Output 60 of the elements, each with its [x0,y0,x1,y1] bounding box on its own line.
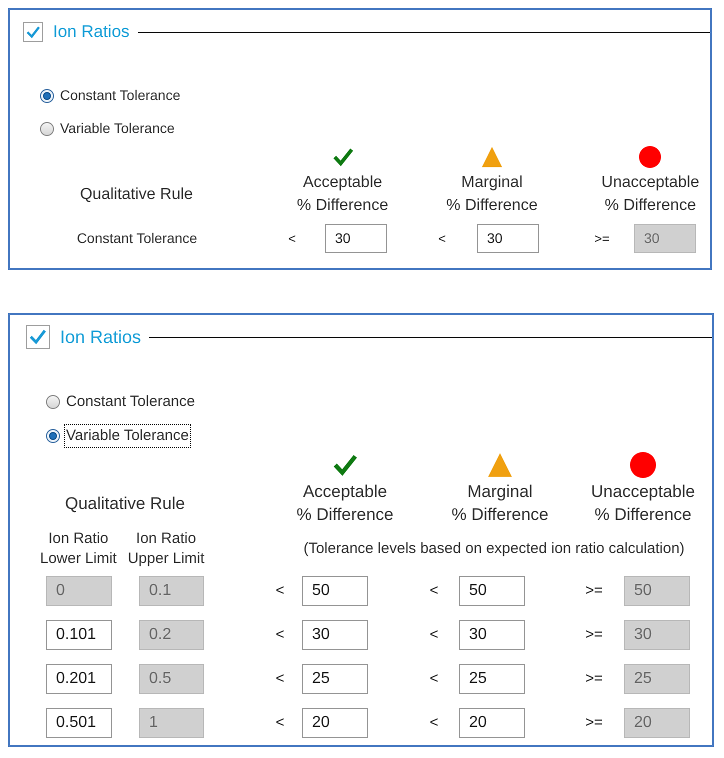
note-text: (Tolerance levels based on expected ion ratio calculation) [302,538,686,559]
input-field[interactable]: 20 [302,708,368,738]
column-heading: Ion Ratio Lower Limit [40,529,117,569]
input-field[interactable]: 30 [302,620,368,650]
column-heading: Acceptable % Difference [296,173,390,216]
warning-triangle-icon [487,452,513,478]
section-title: Ion Ratios [60,326,142,348]
radio-label[interactable]: Variable Tolerance [59,118,176,139]
operator-label: < [428,624,440,645]
input-field[interactable]: 25 [302,664,368,694]
checkbox[interactable] [26,325,50,349]
column-heading: Ion Ratio Upper Limit [128,529,204,569]
checkbox[interactable] [23,22,43,42]
row-label: Constant Tolerance [76,229,198,248]
operator-label: < [287,230,297,248]
input-field[interactable]: 50 [459,576,525,606]
operator-label: < [274,668,286,689]
operator-label: >= [584,580,604,601]
input-field[interactable]: 30 [477,224,539,253]
radio-label[interactable]: Constant Tolerance [59,85,182,106]
radio-button[interactable] [46,395,60,410]
column-heading: Acceptable % Difference [295,481,394,526]
input-field[interactable]: 0.101 [46,620,112,650]
operator-label: < [428,712,440,733]
column-heading: Marginal % Difference [450,481,550,526]
radio-button[interactable] [40,88,54,102]
error-dot-icon [630,452,656,478]
checkmark-icon [29,328,47,346]
check-icon [332,146,354,168]
input-field[interactable]: 0.201 [46,664,112,694]
operator-label: >= [593,230,611,248]
radio-button[interactable] [40,122,54,136]
column-heading: Qualitative Rule [80,184,193,204]
operator-label: < [274,624,286,645]
input-field[interactable]: 0.501 [46,708,112,738]
column-heading: Unacceptable % Difference [600,173,700,216]
operator-label: < [274,580,286,601]
column-heading: Marginal % Difference [445,173,539,216]
radio-button[interactable] [46,428,60,443]
radio-label[interactable]: Constant Tolerance [65,391,196,414]
warning-triangle-icon [480,146,503,168]
operator-label: < [437,230,447,248]
check-icon [332,452,358,478]
radio-label[interactable]: Variable Tolerance [65,424,190,447]
error-dot-icon [639,146,662,168]
section-title: Ion Ratios [53,21,130,44]
column-heading: Qualitative Rule [64,492,185,514]
input-field[interactable]: 30 [325,224,387,253]
input-field[interactable]: 20 [459,708,525,738]
operator-label: >= [584,668,604,689]
operator-label: >= [584,712,604,733]
input-field[interactable]: 30 [459,620,525,650]
operator-label: < [274,712,286,733]
operator-label: >= [584,624,604,645]
input-field[interactable]: 50 [302,576,368,606]
input-field[interactable]: 25 [459,664,525,694]
column-heading: Unacceptable % Difference [590,481,696,526]
operator-label: < [428,580,440,601]
checkmark-icon [26,24,40,40]
operator-label: < [428,668,440,689]
